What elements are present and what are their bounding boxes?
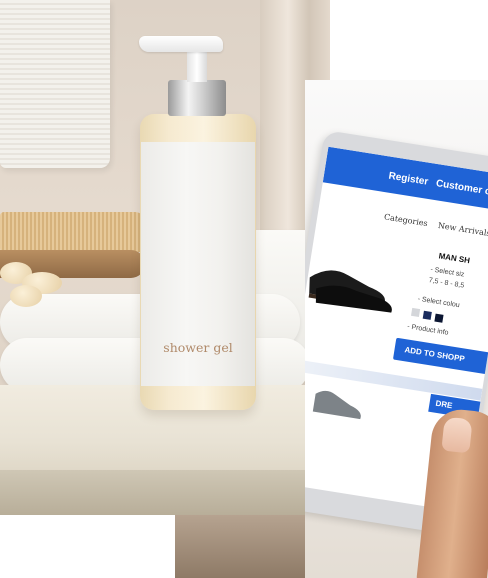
bottle-collar <box>168 80 226 116</box>
colour-select-label[interactable]: - Select colou <box>417 296 460 310</box>
shop-nav: Categories New Arrivals <box>383 212 488 239</box>
bathroom-photo: shower gel <box>0 0 330 515</box>
bottle-label-text: shower gel <box>163 340 233 355</box>
shelf-edge <box>0 470 330 515</box>
nav-new-arrivals[interactable]: New Arrivals <box>437 221 488 238</box>
pumice-stone <box>10 285 42 307</box>
shoe-thumbnail[interactable] <box>308 385 368 423</box>
product-title: MAN SH <box>438 251 471 266</box>
add-to-cart-button[interactable]: ADD TO SHOPP <box>392 337 488 377</box>
register-link[interactable]: Register <box>388 171 429 188</box>
shop-topbar: Register Customer ca <box>322 146 488 213</box>
color-swatch-black[interactable] <box>434 313 444 323</box>
hanging-towel <box>0 0 110 168</box>
pump-head <box>139 36 223 52</box>
fingernail <box>441 416 473 454</box>
color-swatch-grey[interactable] <box>411 307 421 317</box>
product-info-link[interactable]: - Product info <box>407 323 449 336</box>
color-swatch-navy[interactable] <box>422 310 432 320</box>
pump-stem <box>187 48 207 82</box>
shoe-image <box>308 270 392 313</box>
customer-care-link[interactable]: Customer ca <box>435 178 488 198</box>
nav-categories[interactable]: Categories <box>383 212 428 228</box>
wood-background <box>175 515 305 578</box>
size-values: 7,5 - 8 - 8,5 <box>428 277 465 290</box>
size-select-label[interactable]: - Select siz <box>430 266 465 278</box>
tablet-photo: Register Customer ca Categories New Arri… <box>305 80 488 578</box>
